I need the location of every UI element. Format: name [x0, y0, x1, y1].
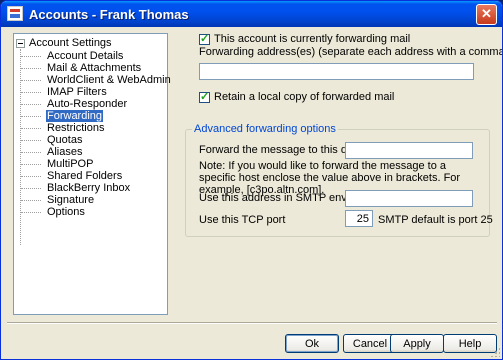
help-button[interactable]: Help — [443, 334, 497, 353]
tree-item-worldclient-webadmin[interactable]: WorldClient & WebAdmin — [21, 74, 172, 86]
ok-button[interactable]: Ok — [285, 334, 339, 353]
title-bar[interactable]: Accounts - Frank Thomas ✕ — [1, 1, 502, 27]
retain-copy-label[interactable]: Retain a local copy of forwarded mail — [214, 91, 394, 103]
close-button[interactable]: ✕ — [476, 4, 497, 25]
forwarding-enabled-label[interactable]: This account is currently forwarding mai… — [214, 33, 410, 45]
tree-item-aliases[interactable]: Aliases — [20, 146, 83, 158]
tree-item-restrictions[interactable]: Restrictions — [20, 122, 105, 134]
window-title: Accounts - Frank Thomas — [29, 7, 189, 22]
tree-item-forwarding[interactable]: Forwarding — [20, 110, 104, 122]
tcp-port-label: Use this TCP port — [199, 214, 286, 226]
tree-item-blackberry-inbox[interactable]: BlackBerry Inbox — [20, 182, 131, 194]
tree-root-label: Account Settings — [29, 37, 112, 49]
accounts-app-icon — [7, 6, 23, 21]
tree-item-signature[interactable]: Signature — [20, 194, 95, 206]
accounts-dialog: Accounts - Frank Thomas ✕ Account Settin… — [0, 0, 503, 360]
tree-item-imap-filters[interactable]: IMAP Filters — [21, 86, 108, 98]
settings-tree[interactable]: Account Settings Account Details Mail & … — [13, 33, 171, 315]
cancel-button[interactable]: Cancel — [343, 334, 397, 353]
retain-copy-checkbox[interactable]: ✓ — [199, 92, 210, 103]
tree-item-shared-folders[interactable]: Shared Folders — [20, 170, 123, 182]
button-separator — [7, 322, 497, 324]
tree-item-options[interactable]: Options — [21, 206, 86, 218]
checkmark-icon: ✓ — [200, 33, 210, 45]
tree-item-auto-responder[interactable]: Auto-Responder — [20, 98, 128, 110]
tree-root-account-settings[interactable]: Account Settings — [16, 37, 112, 50]
tree-item-mail-attachments[interactable]: Mail & Attachments — [20, 62, 142, 74]
tree-item-account-details[interactable]: Account Details — [20, 50, 124, 62]
forward-domain-input[interactable] — [345, 142, 473, 159]
tcp-port-input[interactable] — [345, 210, 373, 227]
tcp-port-hint: SMTP default is port 25 — [378, 214, 493, 226]
tree-item-quotas[interactable]: Quotas — [20, 134, 83, 146]
smtp-envelope-input[interactable] — [345, 190, 473, 207]
forwarding-addresses-input[interactable] — [199, 63, 474, 80]
collapse-icon[interactable] — [16, 38, 25, 48]
forwarding-enabled-checkbox[interactable]: ✓ — [199, 34, 210, 45]
advanced-options-title: Advanced forwarding options — [192, 123, 338, 135]
tree-item-multipop[interactable]: MultiPOP — [20, 158, 94, 170]
close-icon: ✕ — [481, 6, 492, 21]
checkmark-icon: ✓ — [200, 91, 210, 103]
apply-button[interactable]: Apply — [390, 334, 444, 353]
tree-connector — [20, 49, 21, 245]
forwarding-addresses-label: Forwarding address(es) (separate each ad… — [199, 46, 503, 58]
